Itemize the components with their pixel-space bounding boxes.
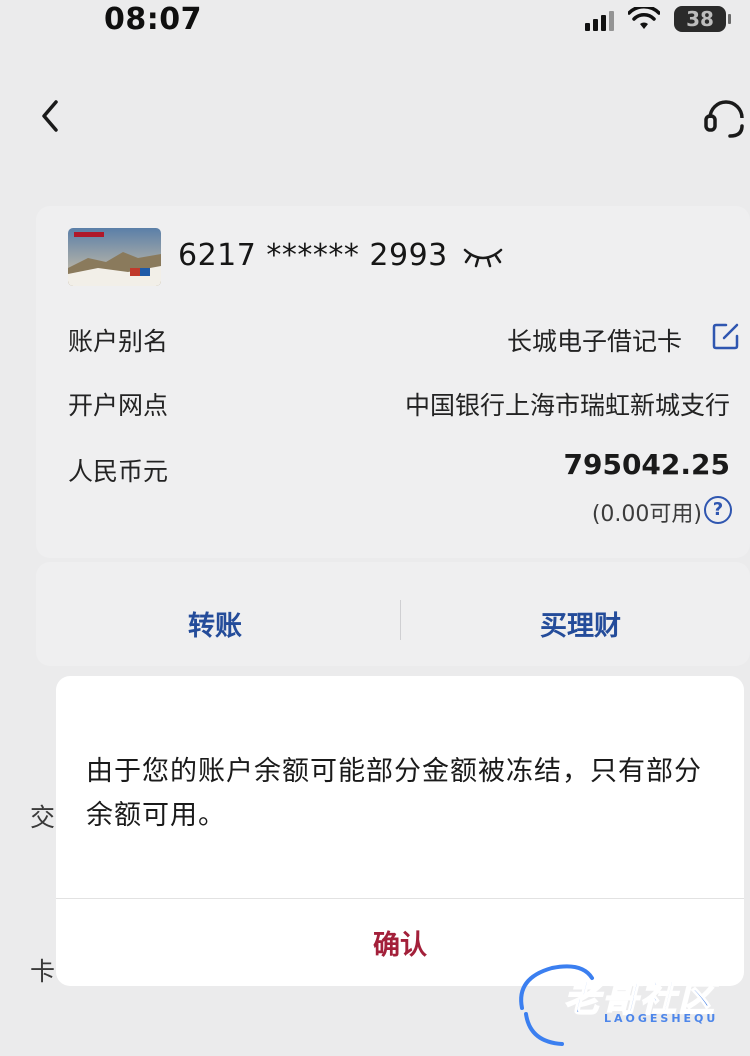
balance-amount: 795042.25 [563,448,731,481]
available-balance: (0.00可用) [591,502,702,527]
action-bar: 转账 买理财 [36,562,750,666]
background-fragment: 交 [30,803,56,832]
battery-icon: 38 [674,6,731,32]
status-time: 08:07 [104,2,202,37]
action-divider [400,600,401,640]
card-thumbnail [68,228,161,286]
alias-value: 长城电子借记卡 [506,327,682,356]
eye-closed-icon[interactable] [462,240,504,270]
currency-label: 人民币元 [68,457,169,486]
status-bar: 08:07 38 [0,0,750,40]
card-number: 6217 ****** 2993 [178,238,448,273]
dialog-message: 由于您的账户余额可能部分金额被冻结，只有部分余额可用。 [86,756,702,831]
branch-label: 开户网点 [68,391,169,420]
watermark-subtitle: LAOGESHEQU [604,1012,719,1025]
branch-value: 中国银行上海市瑞虹新城支行 [404,391,730,420]
alert-dialog: 由于您的账户余额可能部分金额被冻结，只有部分余额可用。 确认 [56,676,744,986]
transfer-button[interactable]: 转账 [188,604,242,643]
background-fragment: 卡 [30,957,56,986]
status-icons: 38 [585,6,731,32]
cellular-signal-icon [585,7,614,31]
chevron-left-icon[interactable] [30,94,70,138]
buy-wealth-button[interactable]: 买理财 [540,604,621,643]
alias-label: 账户别名 [68,327,169,356]
help-icon[interactable]: ? [704,496,732,524]
wifi-icon [628,7,660,29]
edit-icon[interactable] [712,322,740,350]
headset-icon[interactable] [700,92,750,142]
